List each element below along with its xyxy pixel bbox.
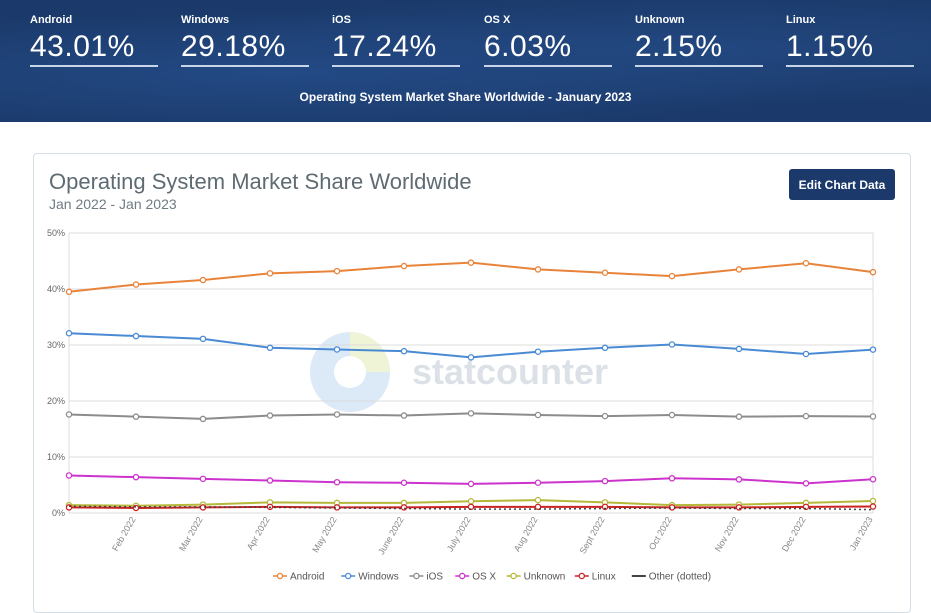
- legend-item-label: iOS: [426, 572, 443, 583]
- data-point: [333, 346, 341, 353]
- data-point: [869, 503, 877, 510]
- data-point: [266, 477, 274, 484]
- legend-item-label: Windows: [358, 572, 399, 583]
- data-point: [266, 412, 274, 419]
- data-point: [266, 344, 274, 352]
- data-point: [65, 472, 73, 479]
- data-point: [333, 267, 341, 275]
- legend-item-label: Android: [290, 572, 324, 583]
- data-point: [132, 473, 140, 481]
- data-point: [534, 411, 542, 419]
- data-point: [199, 415, 207, 423]
- data-point: [467, 480, 475, 488]
- data-point: [333, 411, 341, 418]
- legend-item-label: Linux: [592, 572, 616, 583]
- legend-marker-dot: [510, 572, 517, 580]
- x-tick-label: Aug 2022: [512, 515, 540, 553]
- y-tick-label: 20%: [47, 396, 65, 406]
- data-point: [668, 272, 676, 280]
- data-point: [869, 497, 877, 505]
- x-tick-label: June 2022: [376, 515, 406, 556]
- legend-marker-dot: [578, 572, 586, 580]
- x-tick-label: Apr 2022: [245, 515, 272, 552]
- data-point: [668, 411, 676, 419]
- data-point: [802, 412, 810, 420]
- data-point: [400, 262, 408, 270]
- data-point: [534, 266, 542, 273]
- data-point: [601, 477, 609, 485]
- data-point: [65, 411, 73, 418]
- x-tick-label: Sept 2022: [578, 515, 607, 556]
- watermark-logo-hole: [334, 356, 366, 388]
- data-point: [467, 410, 475, 417]
- x-axis-ticks: Feb 2022 Mar 2022 Apr 2022 May 2022 June 202…: [110, 515, 875, 556]
- data-point: [668, 475, 676, 482]
- x-tick-label: Jan 2023: [848, 515, 875, 552]
- data-point: [199, 335, 207, 343]
- legend-marker-dot: [413, 572, 420, 580]
- legend-marker-dot: [276, 572, 284, 580]
- data-point: [65, 329, 73, 337]
- data-point: [400, 479, 408, 487]
- data-point: [869, 268, 877, 276]
- data-point: [802, 350, 810, 358]
- data-point: [735, 266, 743, 273]
- legend-item-label: Other (dotted): [649, 572, 711, 583]
- y-tick-label: 30%: [47, 340, 65, 350]
- legend-item-label: OS X: [472, 572, 496, 583]
- watermark-text: statcounter: [412, 351, 608, 392]
- x-tick-label: Oct 2022: [647, 515, 674, 552]
- data-point: [534, 479, 542, 487]
- data-point: [132, 413, 140, 420]
- data-point: [132, 332, 140, 340]
- y-tick-label: 10%: [47, 452, 65, 462]
- legend-marker-dot: [458, 572, 466, 580]
- data-point: [467, 497, 475, 505]
- data-point: [266, 270, 274, 277]
- data-point: [601, 344, 609, 352]
- data-point: [802, 259, 810, 267]
- data-point: [534, 348, 542, 355]
- data-point: [869, 475, 877, 483]
- data-point: [65, 288, 73, 296]
- x-tick-label: May 2022: [310, 515, 338, 554]
- data-point: [333, 478, 341, 486]
- data-point: [735, 345, 743, 353]
- y-axis-ticks: 0% 10% 20% 30% 40% 50%: [47, 228, 65, 518]
- data-point: [802, 480, 810, 487]
- data-point: [467, 259, 475, 266]
- legend: Android Windows iOS OS X Unknown Linux Other (…: [273, 572, 711, 583]
- y-tick-label: 50%: [47, 228, 65, 238]
- data-point: [400, 412, 408, 419]
- legend-item-label: Unknown: [524, 572, 566, 583]
- data-point: [132, 281, 140, 288]
- data-point: [601, 412, 609, 420]
- x-tick-label: Mar 2022: [177, 515, 205, 553]
- series-line: [68, 261, 874, 293]
- legend-marker-dot: [344, 572, 352, 580]
- data-point: [534, 496, 542, 504]
- statcounter-watermark: statcounter: [310, 332, 608, 412]
- data-point: [400, 347, 408, 355]
- data-point: [199, 276, 207, 284]
- data-point: [869, 346, 877, 353]
- data-point: [199, 475, 207, 483]
- x-tick-label: Nov 2022: [713, 515, 741, 553]
- y-tick-label: 0%: [52, 508, 65, 518]
- x-tick-label: Feb 2022: [110, 515, 138, 553]
- data-point: [601, 269, 609, 277]
- data-point: [735, 476, 743, 483]
- x-tick-label: Dec 2022: [780, 515, 808, 553]
- line-chart: statcounter 0% 10% 20% 30% 40% 50% Feb 2022 Ma…: [47, 228, 877, 583]
- data-point: [869, 413, 877, 420]
- y-tick-label: 40%: [47, 284, 65, 294]
- data-point: [735, 413, 743, 420]
- data-point: [668, 341, 676, 348]
- x-tick-label: July 2022: [445, 515, 473, 553]
- data-point: [467, 354, 475, 361]
